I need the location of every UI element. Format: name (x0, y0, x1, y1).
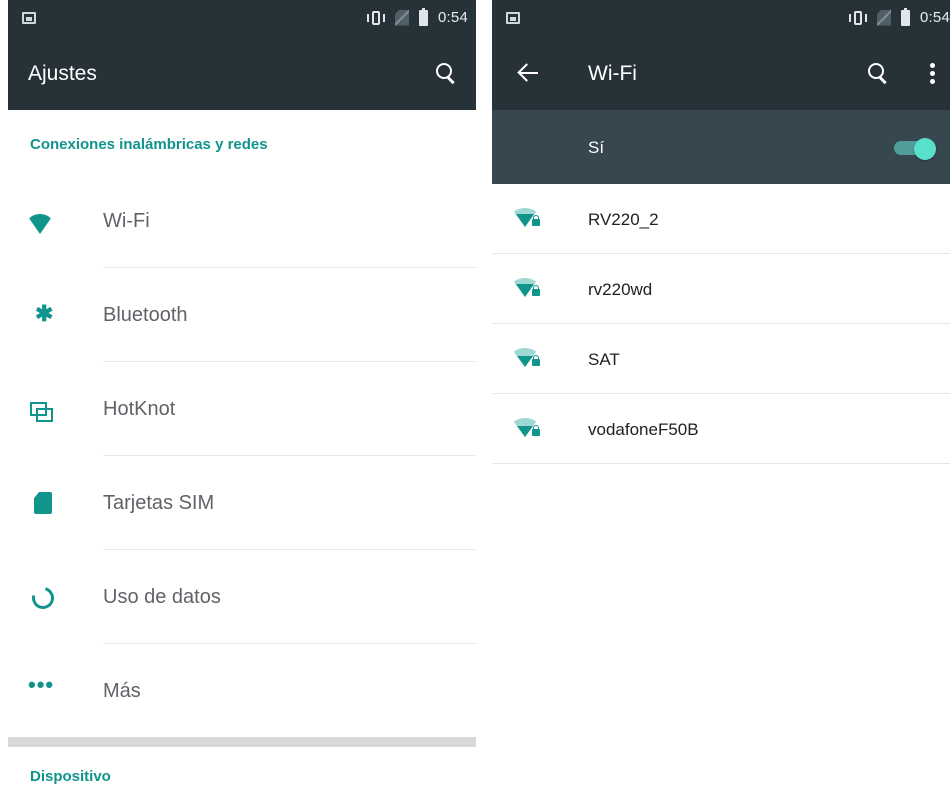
image-notification-icon (506, 12, 520, 24)
battery-charging-icon (901, 7, 910, 26)
settings-item-label: Tarjetas SIM (103, 492, 215, 514)
settings-item-label: Wi-Fi (103, 210, 150, 232)
overflow-menu-icon[interactable] (930, 63, 936, 85)
network-item[interactable]: rv220wd (492, 254, 950, 324)
wifi-toggle[interactable] (892, 138, 936, 160)
sim-card-icon (34, 492, 52, 514)
wifi-lock-icon (511, 348, 541, 370)
no-sim-icon (877, 9, 891, 26)
settings-screen: 0:54 Ajustes Conexiones inalámbricas y r… (8, 0, 476, 793)
divider (492, 463, 950, 464)
back-arrow-icon[interactable] (518, 63, 538, 83)
settings-item-data-usage[interactable]: Uso de datos (8, 550, 476, 644)
wifi-screen: 0:54 Wi-Fi Sí RV220_2 rv220wd SAT vodafo… (492, 0, 950, 793)
wifi-lock-icon (511, 208, 541, 230)
section-header-wireless: Conexiones inalámbricas y redes (30, 136, 268, 153)
network-name: SAT (588, 350, 620, 369)
settings-item-bluetooth[interactable]: ✱ Bluetooth (8, 268, 476, 362)
toggle-thumb (914, 138, 936, 160)
search-icon[interactable] (436, 63, 456, 83)
page-title: Wi-Fi (588, 62, 637, 85)
status-time: 0:54 (920, 9, 950, 26)
network-name: rv220wd (588, 280, 653, 299)
wifi-enabled-label: Sí (588, 138, 605, 157)
network-name: vodafoneF50B (588, 420, 699, 439)
wifi-master-switch-bar[interactable]: Sí (492, 110, 950, 184)
wifi-lock-icon (511, 418, 541, 440)
data-usage-icon (27, 582, 59, 614)
status-icons: 0:54 (849, 7, 950, 26)
network-item[interactable]: vodafoneF50B (492, 394, 950, 464)
wifi-lock-icon (511, 278, 541, 300)
status-icons: 0:54 (367, 7, 468, 26)
more-icon: ••• (28, 672, 55, 697)
status-bar: 0:54 (8, 0, 476, 38)
bluetooth-icon: ✱ (35, 301, 54, 326)
section-header-device: Dispositivo (30, 768, 111, 785)
settings-item-label: Más (103, 680, 141, 702)
settings-item-more[interactable]: ••• Más (8, 644, 476, 738)
no-sim-icon (395, 9, 409, 26)
status-bar: 0:54 (492, 0, 950, 38)
settings-item-wifi[interactable]: Wi-Fi (8, 174, 476, 268)
category-divider (8, 737, 476, 747)
battery-charging-icon (419, 7, 428, 26)
app-toolbar: Ajustes (8, 38, 476, 110)
hotknot-icon (30, 402, 53, 422)
network-name: RV220_2 (588, 210, 659, 229)
settings-item-hotknot[interactable]: HotKnot (8, 362, 476, 456)
settings-item-label: Bluetooth (103, 304, 188, 326)
vibrate-icon (849, 10, 867, 26)
wifi-icon (26, 214, 54, 238)
image-notification-icon (22, 12, 36, 24)
search-icon[interactable] (868, 63, 888, 83)
page-title: Ajustes (28, 62, 97, 85)
network-item[interactable]: RV220_2 (492, 184, 950, 254)
app-toolbar: Wi-Fi (492, 38, 950, 110)
vibrate-icon (367, 10, 385, 26)
settings-item-sim-cards[interactable]: Tarjetas SIM (8, 456, 476, 550)
status-time: 0:54 (438, 9, 468, 26)
settings-item-label: HotKnot (103, 398, 176, 420)
settings-item-label: Uso de datos (103, 586, 221, 608)
network-item[interactable]: SAT (492, 324, 950, 394)
